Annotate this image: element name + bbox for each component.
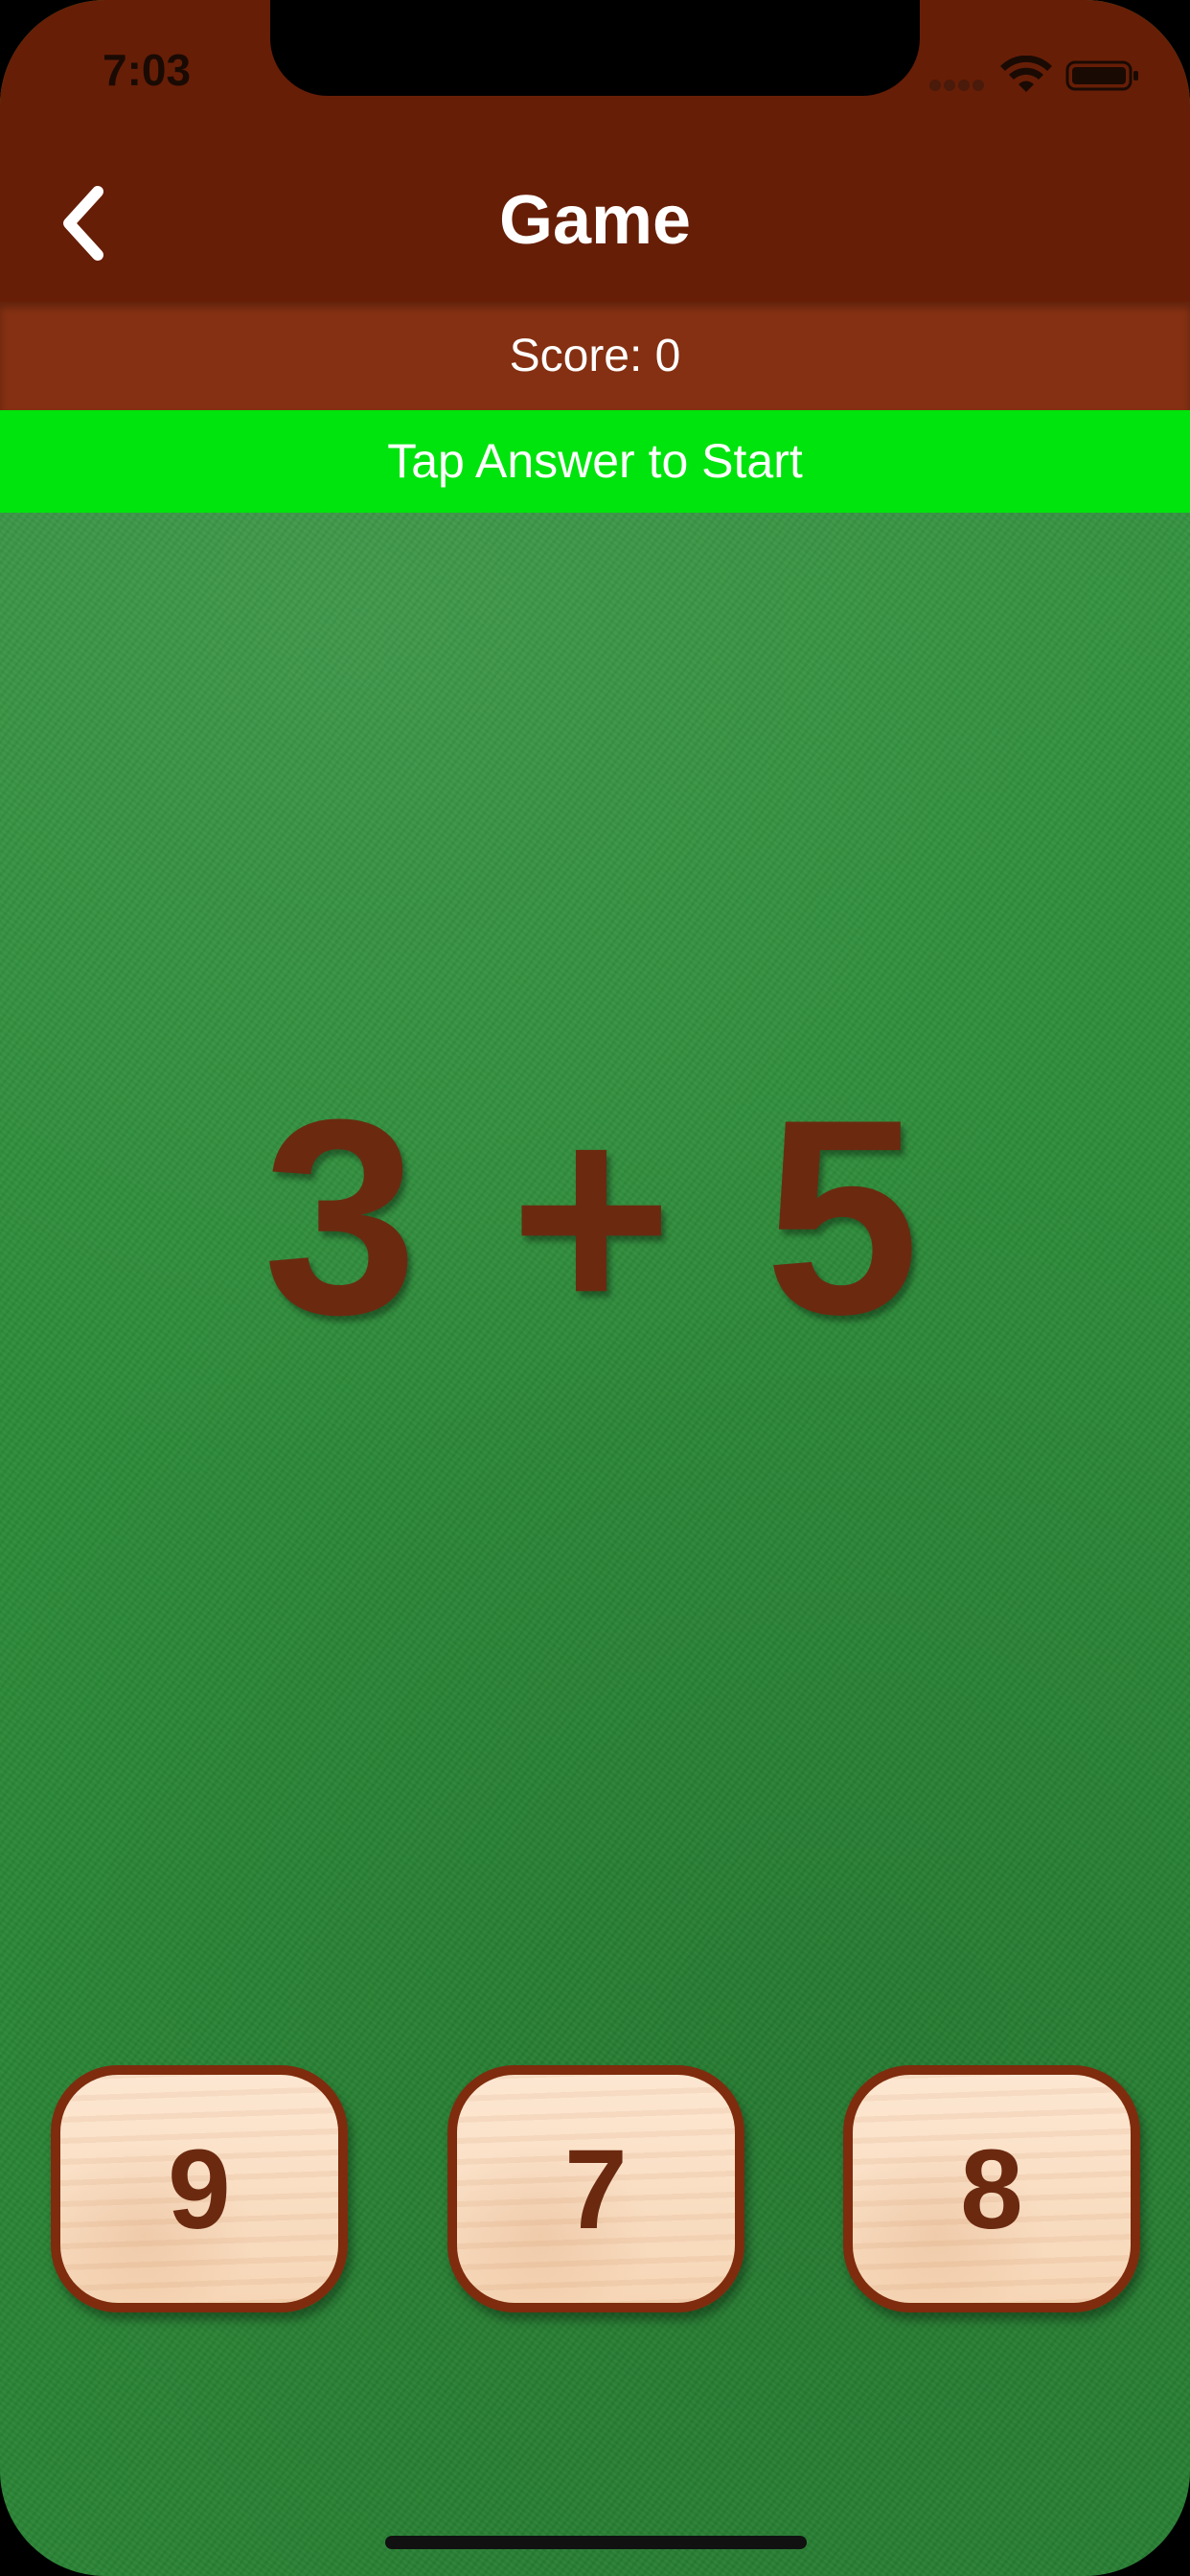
nav-header: 7:03 Game [0, 0, 1190, 302]
status-time: 7:03 [103, 45, 192, 95]
battery-icon [1065, 60, 1138, 91]
home-indicator[interactable] [385, 2536, 807, 2549]
page-title: Game [498, 182, 692, 259]
wifi-icon [1000, 56, 1052, 92]
score-label: Score: 0 [0, 302, 1190, 410]
signal-dots-icon [929, 79, 987, 92]
game-screen: 7:03 Game Score: 0 Tap Answer to Start 3… [0, 0, 1190, 2576]
answer-button-3[interactable]: 8 [843, 2065, 1140, 2312]
answer-button-2[interactable]: 7 [447, 2065, 744, 2312]
start-banner: Tap Answer to Start [0, 410, 1190, 513]
answer-options: 9 7 8 [0, 2065, 1190, 2314]
device-notch [270, 0, 920, 96]
math-question: 3 + 5 [263, 1062, 927, 1372]
answer-button-1[interactable]: 9 [51, 2065, 348, 2312]
